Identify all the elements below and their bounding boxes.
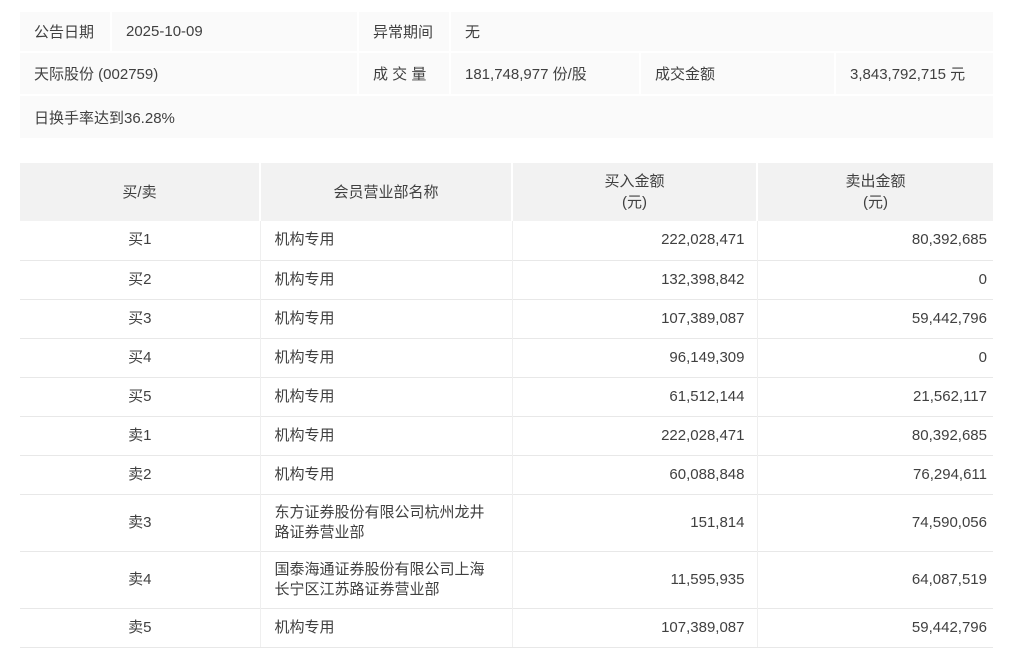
table-row: 卖5 机构专用 107,389,087 59,442,796 xyxy=(20,608,993,647)
header-sell-line2: (元) xyxy=(758,192,993,213)
volume-value: 181,748,977 份/股 xyxy=(451,53,639,94)
table-row: 卖3 东方证券股份有限公司杭州龙井路证券营业部 151,814 74,590,0… xyxy=(20,494,993,551)
table-row: 买3 机构专用 107,389,087 59,442,796 xyxy=(20,299,993,338)
sell-amount-cell: 21,562,117 xyxy=(757,377,993,416)
table-row: 卖2 机构专用 60,088,848 76,294,611 xyxy=(20,455,993,494)
sell-amount-cell: 0 xyxy=(757,338,993,377)
header-buy-line1: 买入金额 xyxy=(513,171,756,192)
sell-amount-cell: 59,442,796 xyxy=(757,608,993,647)
stock-name: 天际股份 (002759) xyxy=(20,53,357,94)
turnover-amount-label: 成交金额 xyxy=(641,53,834,94)
sell-amount-cell: 64,087,519 xyxy=(757,551,993,608)
table-row: 买2 机构专用 132,398,842 0 xyxy=(20,260,993,299)
side-cell: 买4 xyxy=(20,338,260,377)
sell-amount-cell: 76,294,611 xyxy=(757,455,993,494)
buy-amount-cell: 96,149,309 xyxy=(512,338,757,377)
page: 公告日期 2025-10-09 异常期间 无 天际股份 (002759) 成 交… xyxy=(0,0,1013,648)
side-cell: 卖3 xyxy=(20,494,260,551)
side-cell: 卖5 xyxy=(20,608,260,647)
side-cell: 卖2 xyxy=(20,455,260,494)
sell-amount-cell: 74,590,056 xyxy=(757,494,993,551)
buy-amount-cell: 222,028,471 xyxy=(512,416,757,455)
summary-row-date: 公告日期 2025-10-09 异常期间 无 xyxy=(20,12,993,51)
buy-amount-cell: 61,512,144 xyxy=(512,377,757,416)
turnover-amount-value: 3,843,792,715 元 xyxy=(836,53,993,94)
table-header: 买/卖 会员营业部名称 买入金额 (元) 卖出金额 (元) xyxy=(20,163,993,221)
sell-amount-cell: 80,392,685 xyxy=(757,221,993,260)
side-cell: 买1 xyxy=(20,221,260,260)
header-buy-line2: (元) xyxy=(513,192,756,213)
broker-cell: 机构专用 xyxy=(260,416,512,455)
summary-row-note: 日换手率达到36.28% xyxy=(20,96,993,138)
side-cell: 卖1 xyxy=(20,416,260,455)
broker-cell: 机构专用 xyxy=(260,299,512,338)
broker-cell: 东方证券股份有限公司杭州龙井路证券营业部 xyxy=(260,494,512,551)
buy-amount-cell: 107,389,087 xyxy=(512,608,757,647)
announce-date-value: 2025-10-09 xyxy=(112,12,357,51)
side-cell: 买5 xyxy=(20,377,260,416)
abnormal-period-label: 异常期间 xyxy=(359,12,449,51)
sell-amount-cell: 59,442,796 xyxy=(757,299,993,338)
buy-amount-cell: 60,088,848 xyxy=(512,455,757,494)
table-row: 买1 机构专用 222,028,471 80,392,685 xyxy=(20,221,993,260)
sell-amount-cell: 80,392,685 xyxy=(757,416,993,455)
table-row: 买4 机构专用 96,149,309 0 xyxy=(20,338,993,377)
header-sell-line1: 卖出金额 xyxy=(758,171,993,192)
buy-amount-cell: 151,814 xyxy=(512,494,757,551)
broker-cell: 机构专用 xyxy=(260,260,512,299)
side-cell: 买3 xyxy=(20,299,260,338)
buy-amount-cell: 222,028,471 xyxy=(512,221,757,260)
broker-cell: 机构专用 xyxy=(260,608,512,647)
broker-cell: 机构专用 xyxy=(260,221,512,260)
side-cell: 买2 xyxy=(20,260,260,299)
sell-amount-cell: 0 xyxy=(757,260,993,299)
buy-amount-cell: 11,595,935 xyxy=(512,551,757,608)
broker-cell: 机构专用 xyxy=(260,455,512,494)
broker-cell: 机构专用 xyxy=(260,338,512,377)
table-row: 卖1 机构专用 222,028,471 80,392,685 xyxy=(20,416,993,455)
side-cell: 卖4 xyxy=(20,551,260,608)
header-broker: 会员营业部名称 xyxy=(260,163,512,221)
header-side: 买/卖 xyxy=(20,163,260,221)
broker-seat-table: 买/卖 会员营业部名称 买入金额 (元) 卖出金额 (元) 买1 机构专用 22… xyxy=(20,163,993,648)
turnover-rate-note: 日换手率达到36.28% xyxy=(20,96,993,138)
stock-summary-panel: 公告日期 2025-10-09 异常期间 无 天际股份 (002759) 成 交… xyxy=(20,12,993,138)
broker-cell: 国泰海通证券股份有限公司上海长宁区江苏路证券营业部 xyxy=(260,551,512,608)
buy-amount-cell: 107,389,087 xyxy=(512,299,757,338)
announce-date-label: 公告日期 xyxy=(20,12,110,51)
abnormal-period-value: 无 xyxy=(451,12,993,51)
volume-label: 成 交 量 xyxy=(359,53,449,94)
header-sell-amount: 卖出金额 (元) xyxy=(757,163,993,221)
buy-amount-cell: 132,398,842 xyxy=(512,260,757,299)
table-row: 买5 机构专用 61,512,144 21,562,117 xyxy=(20,377,993,416)
table-row: 卖4 国泰海通证券股份有限公司上海长宁区江苏路证券营业部 11,595,935 … xyxy=(20,551,993,608)
summary-row-volume: 天际股份 (002759) 成 交 量 181,748,977 份/股 成交金额… xyxy=(20,53,993,94)
header-buy-amount: 买入金额 (元) xyxy=(512,163,757,221)
broker-cell: 机构专用 xyxy=(260,377,512,416)
